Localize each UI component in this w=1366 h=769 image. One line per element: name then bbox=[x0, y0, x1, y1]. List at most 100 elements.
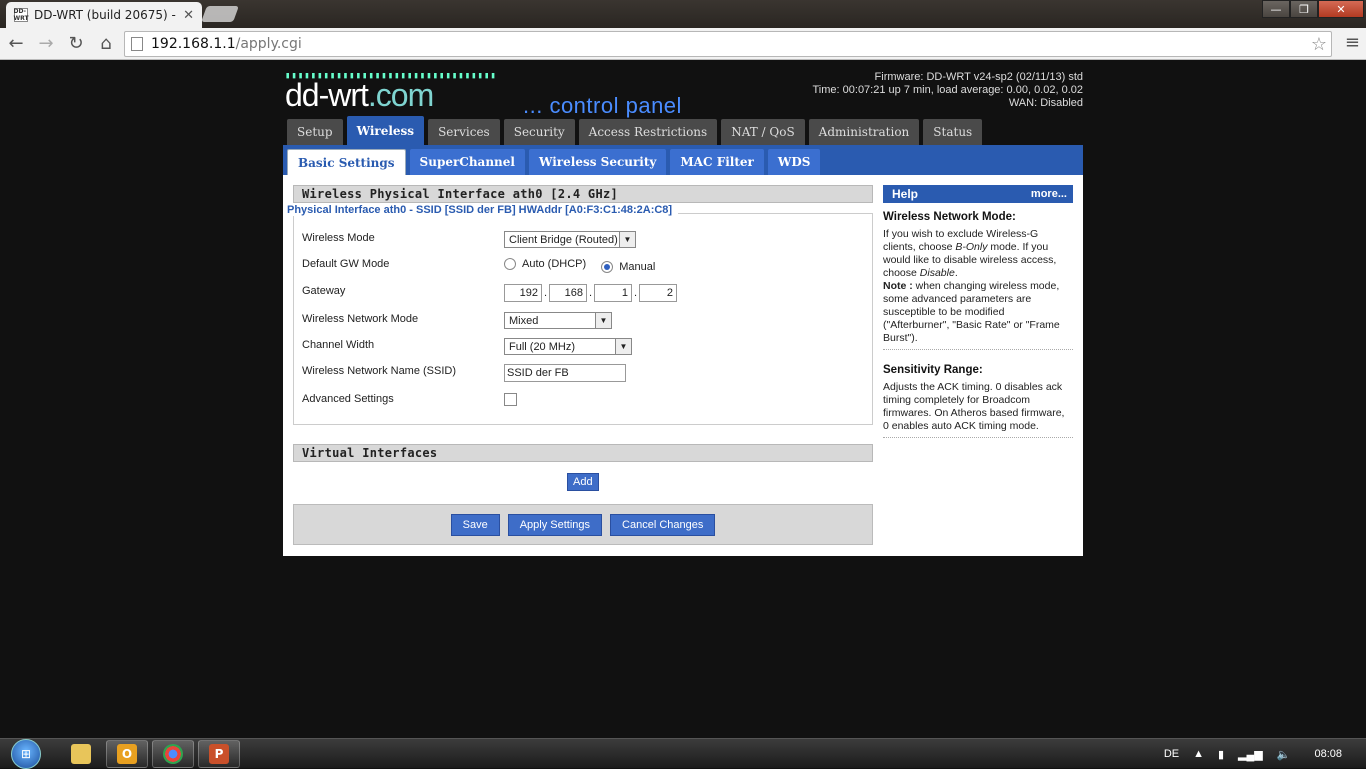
reload-button[interactable]: ↻ bbox=[62, 30, 90, 58]
back-button[interactable]: ← bbox=[2, 30, 30, 58]
subtab-basic-settings[interactable]: Basic Settings bbox=[287, 149, 406, 175]
action-buttons: Save Apply Settings Cancel Changes bbox=[293, 504, 873, 545]
tab-administration[interactable]: Administration bbox=[808, 119, 920, 145]
taskbar-outlook[interactable]: O bbox=[106, 740, 148, 768]
url-path: /apply.cgi bbox=[235, 36, 302, 52]
channel-width-select[interactable]: Full (20 MHz) ▼ bbox=[504, 338, 632, 355]
subtab-mac-filter[interactable]: MAC Filter bbox=[670, 149, 764, 175]
wireless-mode-select[interactable]: Client Bridge (Routed) ▼ bbox=[504, 231, 636, 248]
windows-logo-icon: ⊞ bbox=[11, 739, 41, 769]
gw-mode-ctrl: Auto (DHCP) Manual bbox=[504, 258, 667, 273]
clock[interactable]: 08:08 bbox=[1314, 748, 1342, 760]
ssid-ctrl: SSID der FB bbox=[504, 364, 626, 382]
home-button[interactable]: ⌂ bbox=[92, 30, 120, 58]
help-header: Help more... bbox=[883, 185, 1073, 203]
browser-tab-active[interactable]: DD-WRT DD-WRT (build 20675) - W ✕ bbox=[6, 2, 202, 28]
help-text: If you wish to exclude Wireless-G client… bbox=[883, 228, 1073, 345]
tab-close-icon[interactable]: ✕ bbox=[183, 8, 194, 23]
apply-settings-button[interactable]: Apply Settings bbox=[507, 513, 603, 536]
help-more-link[interactable]: more... bbox=[1031, 188, 1067, 200]
virtual-interfaces-section: Virtual Interfaces bbox=[293, 444, 873, 462]
tray-expand-icon[interactable]: ▲ bbox=[1193, 748, 1204, 760]
gw-auto-label: Auto (DHCP) bbox=[522, 258, 587, 270]
browser-menu-icon[interactable]: ≡ bbox=[1345, 32, 1360, 53]
browser-titlebar: DD-WRT DD-WRT (build 20675) - W ✕ — ❐ ✕ bbox=[0, 0, 1366, 28]
logo-suffix: .com bbox=[367, 77, 434, 113]
ddwrt-logo: ▮▮▮▮▮▮▮▮▮▮▮▮▮▮▮▮▮▮▮▮▮▮▮▮▮▮▮▮▮▮▮▮▮ dd-wrt… bbox=[285, 71, 497, 114]
net-mode-ctrl: Mixed ▼ bbox=[504, 312, 612, 329]
ip-separator: . bbox=[588, 287, 593, 299]
tab-status[interactable]: Status bbox=[923, 119, 983, 145]
system-tray: DE ▲ ▮ ▂▄▆ 🔈 08:08 bbox=[1164, 739, 1366, 769]
close-window-button[interactable]: ✕ bbox=[1318, 0, 1364, 18]
subtab-wds[interactable]: WDS bbox=[767, 149, 821, 175]
taskbar-explorer[interactable] bbox=[60, 740, 102, 768]
gateway-octet-2[interactable]: 168 bbox=[549, 284, 587, 302]
net-mode-label: Wireless Network Mode bbox=[302, 313, 419, 325]
ip-separator: . bbox=[543, 287, 548, 299]
gateway-octet-4[interactable]: 2 bbox=[639, 284, 677, 302]
wan-status: WAN: Disabled bbox=[1008, 97, 1083, 109]
taskbar-chrome[interactable] bbox=[152, 740, 194, 768]
gw-manual-radio[interactable]: Manual bbox=[601, 261, 655, 273]
help-text: Adjusts the ACK timing. 0 disables ack t… bbox=[883, 381, 1065, 432]
router-info: Firmware: DD-WRT v24-sp2 (02/11/13) std … bbox=[813, 71, 1084, 110]
gateway-ctrl: 192. 168. 1. 2 bbox=[504, 284, 677, 302]
help-wireless-network-mode: Wireless Network Mode: If you wish to ex… bbox=[883, 211, 1073, 350]
ddwrt-page: ▮▮▮▮▮▮▮▮▮▮▮▮▮▮▮▮▮▮▮▮▮▮▮▮▮▮▮▮▮▮▮▮▮ dd-wrt… bbox=[283, 61, 1083, 556]
gateway-octet-3[interactable]: 1 bbox=[594, 284, 632, 302]
main-content: Wireless Physical Interface ath0 [2.4 GH… bbox=[287, 185, 873, 425]
tab-access-restrictions[interactable]: Access Restrictions bbox=[578, 119, 718, 145]
taskbar-powerpoint[interactable]: P bbox=[198, 740, 240, 768]
forward-button[interactable]: → bbox=[32, 30, 60, 58]
maximize-button[interactable]: ❐ bbox=[1290, 0, 1318, 18]
subtab-superchannel[interactable]: SuperChannel bbox=[409, 149, 525, 175]
gw-auto-radio[interactable]: Auto (DHCP) bbox=[504, 258, 586, 270]
window-controls: — ❐ ✕ bbox=[1262, 0, 1364, 18]
tab-nat-qos[interactable]: NAT / QoS bbox=[721, 119, 805, 145]
ssid-input[interactable]: SSID der FB bbox=[504, 364, 626, 382]
minimize-button[interactable]: — bbox=[1262, 0, 1290, 18]
volume-icon[interactable]: 🔈 bbox=[1277, 748, 1291, 761]
start-button[interactable]: ⊞ bbox=[6, 739, 46, 769]
interface-legend: Physical Interface ath0 - SSID [SSID der… bbox=[287, 204, 679, 216]
subtab-wireless-security[interactable]: Wireless Security bbox=[528, 149, 667, 175]
gateway-label: Gateway bbox=[302, 285, 346, 297]
cancel-changes-button[interactable]: Cancel Changes bbox=[610, 513, 716, 536]
channel-width-ctrl: Full (20 MHz) ▼ bbox=[504, 338, 632, 355]
browser-toolbar: ← → ↻ ⌂ 192.168.1.1/apply.cgi ☆ ≡ bbox=[0, 28, 1366, 60]
bookmark-star-icon[interactable]: ☆ bbox=[1311, 34, 1327, 55]
signal-icon[interactable]: ▂▄▆ bbox=[1238, 748, 1263, 761]
firmware-info: Firmware: DD-WRT v24-sp2 (02/11/13) std bbox=[874, 71, 1083, 83]
page-header: ▮▮▮▮▮▮▮▮▮▮▮▮▮▮▮▮▮▮▮▮▮▮▮▮▮▮▮▮▮▮▮▮▮ dd-wrt… bbox=[283, 61, 1083, 145]
chrome-icon bbox=[163, 744, 183, 764]
sub-tabs: Basic Settings SuperChannel Wireless Sec… bbox=[287, 149, 824, 175]
tab-services[interactable]: Services bbox=[428, 119, 500, 145]
help-heading: Wireless Network Mode: bbox=[883, 211, 1016, 223]
new-tab-button[interactable] bbox=[201, 6, 239, 22]
gateway-octet-1[interactable]: 192 bbox=[504, 284, 542, 302]
help-text-part: . bbox=[954, 267, 958, 279]
net-mode-select[interactable]: Mixed ▼ bbox=[504, 312, 612, 329]
battery-icon[interactable]: ▮ bbox=[1218, 748, 1224, 761]
control-panel-title: ... control panel bbox=[523, 93, 682, 118]
net-mode-value: Mixed bbox=[509, 314, 539, 327]
language-indicator[interactable]: DE bbox=[1164, 748, 1179, 760]
gateway-ip: 192. 168. 1. 2 bbox=[504, 284, 677, 302]
tab-wireless[interactable]: Wireless bbox=[346, 116, 425, 145]
logo-text: dd-wrt bbox=[285, 77, 369, 113]
ip-separator: . bbox=[633, 287, 638, 299]
outlook-icon: O bbox=[117, 744, 137, 764]
wireless-mode-value: Client Bridge (Routed) bbox=[509, 233, 618, 246]
save-button[interactable]: Save bbox=[450, 513, 500, 536]
channel-width-value: Full (20 MHz) bbox=[509, 340, 576, 353]
tab-setup[interactable]: Setup bbox=[287, 119, 343, 145]
chevron-down-icon: ▼ bbox=[595, 313, 611, 328]
sub-tab-bar: Basic Settings SuperChannel Wireless Sec… bbox=[283, 145, 1083, 175]
address-bar[interactable]: 192.168.1.1/apply.cgi ☆ bbox=[124, 31, 1332, 57]
tab-security[interactable]: Security bbox=[503, 119, 575, 145]
virtual-interfaces-title: Virtual Interfaces bbox=[293, 444, 873, 462]
advanced-settings-checkbox[interactable] bbox=[504, 393, 517, 406]
add-virtual-interface-button[interactable]: Add bbox=[567, 473, 599, 491]
help-em: Disable bbox=[919, 267, 955, 279]
